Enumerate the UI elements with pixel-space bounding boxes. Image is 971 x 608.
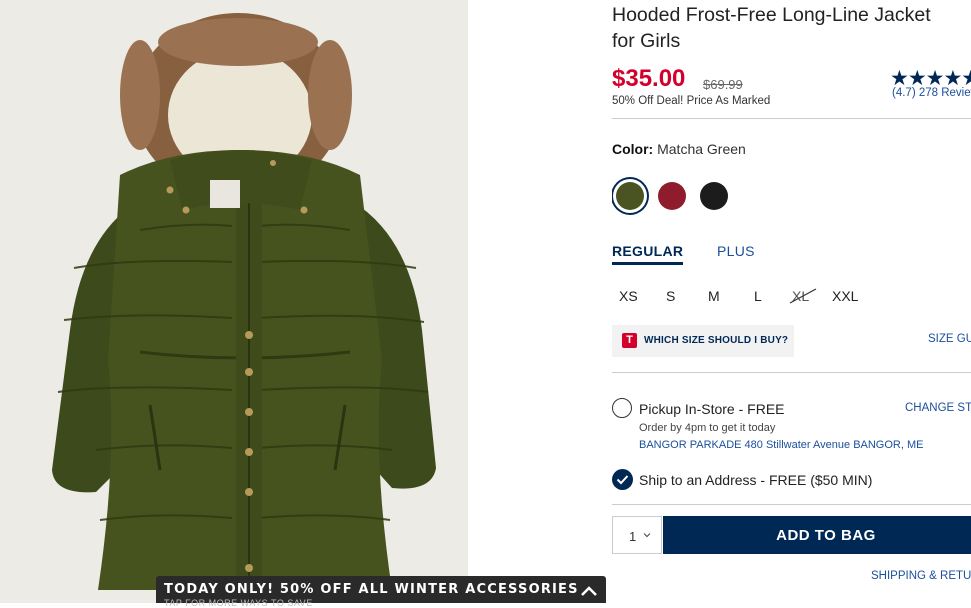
add-to-bag-label: ADD TO BAG — [776, 527, 876, 544]
pickup-radio[interactable] — [612, 398, 632, 418]
divider — [612, 372, 971, 373]
color-label-key: Color: — [612, 141, 654, 157]
size-xxl[interactable]: XXL — [832, 288, 858, 304]
add-to-bag-button[interactable]: ADD TO BAG — [663, 516, 971, 554]
order-by-text: Order by 4pm to get it today — [639, 422, 776, 434]
size-guide-link[interactable]: SIZE GUIDE — [928, 333, 971, 345]
shipping-returns-link[interactable]: SHIPPING & RETURNS — [871, 570, 971, 582]
quantity-value: 1 — [629, 529, 637, 544]
ship-label[interactable]: Ship to an Address - FREE ($50 MIN) — [639, 472, 872, 488]
quantity-select[interactable]: 1 — [612, 516, 662, 554]
product-title: Hooded Frost-Free Long-Line Jacket for G… — [612, 2, 971, 54]
swatch-matcha-green[interactable] — [616, 182, 644, 210]
size-s[interactable]: S — [666, 288, 675, 304]
deal-text: 50% Off Deal! Price As Marked — [612, 95, 771, 107]
size-help-button[interactable]: T WHICH SIZE SHOULD I BUY? — [612, 325, 794, 357]
divider — [612, 504, 971, 505]
tab-regular[interactable]: REGULAR — [612, 243, 684, 265]
sale-price: $35.00 — [612, 65, 686, 92]
size-help-label: WHICH SIZE SHOULD I BUY? — [644, 335, 789, 346]
chevron-down-icon — [643, 533, 651, 538]
promo-banner[interactable]: TODAY ONLY! 50% OFF ALL WINTER ACCESSORI… — [156, 576, 606, 608]
jacket-illustration — [0, 0, 468, 603]
unavailable-slash-icon — [789, 288, 817, 304]
swatch-black[interactable] — [700, 182, 728, 210]
true-fit-logo-icon: T — [622, 333, 637, 348]
ship-radio-checked[interactable] — [612, 469, 633, 490]
color-label: Color: Matcha Green — [612, 141, 746, 157]
chevron-up-icon[interactable] — [580, 585, 598, 597]
product-image[interactable] — [0, 0, 468, 603]
reviews-link[interactable]: (4.7) 278 Reviews — [892, 87, 971, 99]
promo-title: TODAY ONLY! 50% OFF ALL WINTER ACCESSORI… — [164, 582, 579, 597]
store-address-link[interactable]: BANGOR PARKADE 480 Stillwater Avenue BAN… — [639, 439, 923, 451]
product-title-line2: for Girls — [612, 30, 681, 52]
size-xs[interactable]: XS — [619, 288, 638, 304]
promo-subtitle: TAP FOR MORE WAYS TO SAVE — [164, 598, 313, 608]
pickup-label[interactable]: Pickup In-Store - FREE — [639, 401, 785, 417]
size-l[interactable]: L — [754, 288, 762, 304]
selected-color-name: Matcha Green — [657, 141, 746, 157]
gallery-gap — [468, 0, 602, 603]
original-price: $69.99 — [703, 77, 743, 92]
product-info-panel: Hooded Frost-Free Long-Line Jacket for G… — [612, 0, 971, 603]
size-m[interactable]: M — [708, 288, 720, 304]
checkmark-icon — [616, 475, 629, 485]
swatch-red[interactable] — [658, 182, 686, 210]
change-store-link[interactable]: CHANGE STORE — [905, 402, 971, 414]
divider — [612, 118, 971, 119]
tab-plus[interactable]: PLUS — [717, 243, 755, 259]
product-title-line1: Hooded Frost-Free Long-Line Jacket — [612, 4, 931, 26]
